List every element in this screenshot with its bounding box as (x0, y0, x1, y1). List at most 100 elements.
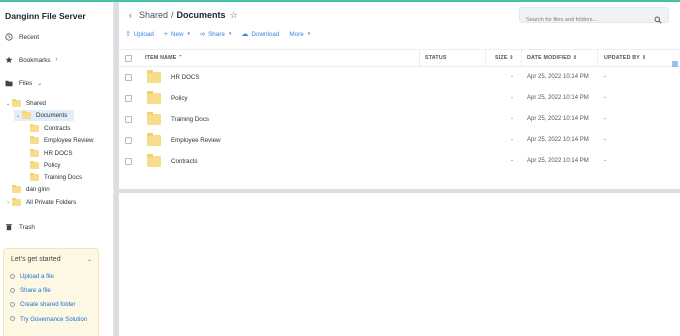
circle-icon (10, 288, 15, 293)
row-size: - (511, 116, 513, 122)
row-updated-by: - (604, 158, 606, 164)
getting-started-title: Let's get started (11, 256, 61, 263)
tree-item-dan-ginn[interactable]: dan ginn (12, 184, 50, 195)
table-row[interactable]: HR DOCS - Apr 25, 2022 10:14 PM - (119, 67, 680, 88)
row-checkbox[interactable] (125, 74, 132, 81)
more-label: More (289, 30, 304, 38)
gs-item-label: Try Governance Solution (20, 316, 88, 323)
folder-icon (30, 160, 39, 169)
upload-button[interactable]: ⇧ Upload (125, 30, 154, 39)
upload-label: Upload (133, 30, 154, 38)
folder-icon (30, 148, 39, 157)
caret-down-icon: ▾ (228, 31, 232, 37)
download-label: Download (251, 30, 280, 38)
row-checkbox[interactable] (125, 137, 132, 144)
circle-icon (10, 302, 15, 307)
nav-files[interactable]: Files ⌄ (5, 77, 42, 89)
tree-item-label: Employee Review (44, 137, 94, 144)
col-size[interactable]: SIZE ⇕ (495, 55, 514, 61)
nav-bookmarks[interactable]: Bookmarks › (5, 54, 58, 66)
chevron-down-icon[interactable]: ⌄ (87, 256, 92, 263)
share-button[interactable]: ∞ Share ▾ (200, 31, 231, 38)
folder-icon (30, 123, 39, 132)
row-size: - (511, 137, 513, 143)
row-checkbox[interactable] (125, 158, 132, 165)
nav-trash[interactable]: Trash (5, 221, 35, 233)
gs-item-label: Create shared folder (20, 301, 76, 308)
breadcrumb-separator: / (171, 10, 174, 20)
tree-item-contracts[interactable]: Contracts (30, 123, 70, 134)
gs-create-shared-folder[interactable]: Create shared folder (10, 301, 76, 308)
tree-item-employee-review[interactable]: Employee Review (30, 135, 94, 146)
tree-item-hr-docs[interactable]: HR DOCS (30, 148, 73, 159)
cloud-download-icon: ☁ (241, 31, 249, 38)
tree-item-documents[interactable]: ⌄ Documents (14, 110, 74, 121)
table-row[interactable]: Training Docs - Apr 25, 2022 10:14 PM - (119, 109, 680, 130)
chevron-right-icon: › (55, 57, 58, 63)
tree-item-label: HR DOCS (44, 150, 73, 157)
row-date: Apr 25, 2022 10:14 PM (527, 95, 589, 101)
nav-recent[interactable]: Recent (5, 31, 39, 43)
tree-item-training-docs[interactable]: Training Docs (30, 172, 82, 183)
row-size: - (511, 74, 513, 80)
search-input[interactable] (520, 13, 640, 27)
horizontal-scrollbar[interactable] (119, 189, 680, 193)
nav-files-label: Files (19, 79, 33, 87)
folder-icon (147, 133, 161, 146)
upload-icon: ⇧ (125, 31, 131, 38)
table-row[interactable]: Employee Review - Apr 25, 2022 10:14 PM … (119, 130, 680, 151)
col-status[interactable]: STATUS (425, 55, 447, 61)
nav-bookmarks-label: Bookmarks (19, 56, 51, 64)
new-button[interactable]: + New ▾ (164, 31, 190, 38)
breadcrumb: ‹ Shared / Documents ☆ (129, 8, 238, 22)
tree-item-label: dan ginn (26, 186, 50, 193)
app-title: Danginn File Server (5, 11, 86, 21)
sort-icon: ⇕ (509, 55, 514, 61)
row-name[interactable]: Training Docs (171, 116, 209, 123)
tree-item-all-private-folders[interactable]: › All Private Folders (4, 197, 76, 208)
link-icon: ∞ (200, 30, 206, 38)
row-name[interactable]: HR DOCS (171, 74, 200, 81)
star-icon (5, 56, 13, 64)
select-all-checkbox[interactable] (125, 55, 132, 62)
col-updated-by[interactable]: UPDATED BY ⇕ (604, 55, 646, 61)
folder-icon (147, 70, 161, 83)
breadcrumb-parent[interactable]: Shared (139, 10, 168, 20)
gs-try-governance[interactable]: Try Governance Solution (10, 315, 90, 324)
download-button[interactable]: ☁ Download (241, 30, 280, 39)
gs-share-file[interactable]: Share a file (10, 287, 51, 294)
circle-icon (10, 316, 15, 321)
folder-icon (30, 172, 39, 181)
row-checkbox[interactable] (125, 116, 132, 123)
star-outline-icon[interactable]: ☆ (230, 10, 238, 21)
row-name[interactable]: Employee Review (171, 137, 221, 144)
folder-icon (22, 110, 31, 119)
col-date-modified[interactable]: DATE MODIFIED ⇕ (527, 55, 577, 61)
tree-item-shared[interactable]: ⌄ Shared (4, 98, 112, 109)
table-row[interactable]: Contracts - Apr 25, 2022 10:14 PM - (119, 151, 680, 172)
row-name[interactable]: Policy (171, 95, 188, 102)
folder-icon (147, 154, 161, 167)
col-label: DATE MODIFIED (527, 55, 571, 61)
col-item-name[interactable]: ITEM NAME ⌃ (145, 55, 183, 61)
sort-icon: ⇕ (572, 55, 578, 61)
expand-icon: ⌄ (5, 100, 11, 107)
table-row[interactable]: Policy - Apr 25, 2022 10:14 PM - (119, 88, 680, 109)
row-date: Apr 25, 2022 10:14 PM (527, 116, 589, 122)
chevron-left-icon[interactable]: ‹ (129, 10, 132, 20)
row-date: Apr 25, 2022 10:14 PM (527, 74, 589, 80)
tree-item-policy[interactable]: Policy (30, 160, 61, 171)
gs-item-label: Share a file (20, 287, 51, 294)
search-icon[interactable] (654, 11, 662, 29)
folder-icon (147, 112, 161, 125)
row-size: - (511, 158, 513, 164)
row-name[interactable]: Contracts (171, 158, 197, 165)
row-checkbox[interactable] (125, 95, 132, 102)
trash-icon (5, 223, 13, 231)
gs-upload-file[interactable]: Upload a file (10, 273, 54, 280)
plus-icon: + (163, 30, 168, 38)
column-settings-icon[interactable] (672, 54, 678, 72)
more-button[interactable]: More ▾ (289, 31, 310, 38)
circle-icon (10, 274, 15, 279)
tree-item-label: Documents (36, 112, 68, 119)
